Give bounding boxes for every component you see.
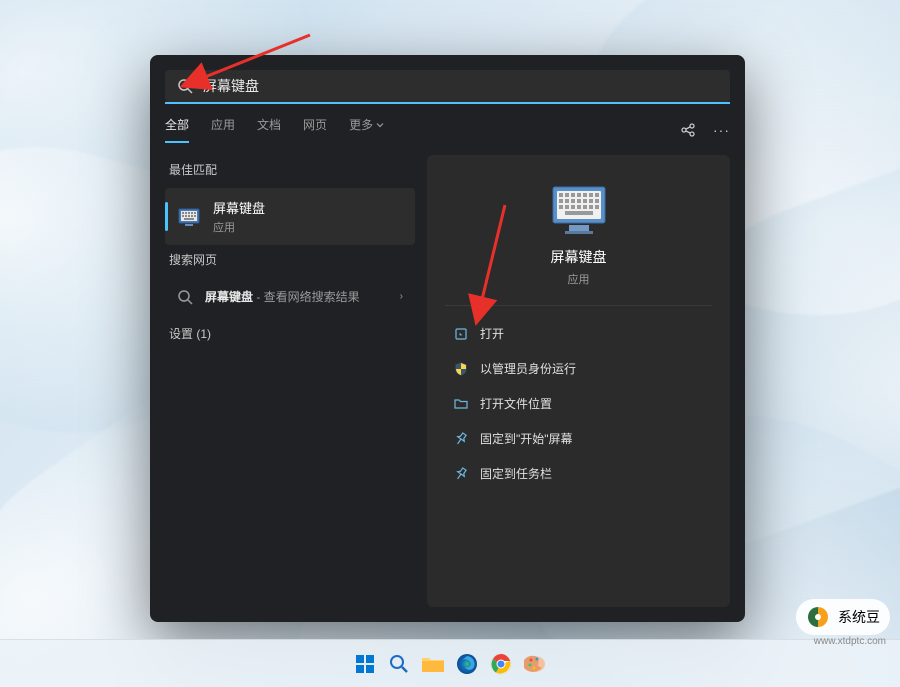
filter-tabs: 全部 应用 文档 网页 更多 [165, 116, 384, 143]
results-left-column: 最佳匹配 屏幕键盘 应用 搜索网页 屏幕键盘 - 查看网络搜索结果 › 设置 (… [165, 155, 415, 607]
onscreen-keyboard-icon [177, 205, 201, 229]
web-search-result[interactable]: 屏幕键盘 - 查看网络搜索结果 › [165, 278, 415, 315]
best-match-label: 最佳匹配 [169, 161, 411, 178]
action-open[interactable]: 打开 [445, 316, 712, 351]
best-match-result[interactable]: 屏幕键盘 应用 [165, 188, 415, 245]
watermark-text: 系统豆 [838, 607, 880, 627]
action-run-as-admin[interactable]: 以管理员身份运行 [445, 351, 712, 386]
result-title: 屏幕键盘 [213, 198, 265, 217]
taskbar [0, 639, 900, 687]
start-button[interactable] [351, 650, 379, 678]
tab-more[interactable]: 更多 [349, 116, 384, 143]
paint-app-button[interactable] [521, 650, 549, 678]
top-actions: ··· [679, 121, 730, 139]
search-icon [177, 289, 193, 305]
action-label: 固定到任务栏 [480, 465, 552, 482]
action-label: 打开文件位置 [480, 395, 552, 412]
chevron-right-icon: › [400, 291, 403, 302]
search-icon [177, 78, 193, 94]
action-pin-to-taskbar[interactable]: 固定到任务栏 [445, 456, 712, 491]
open-icon [453, 326, 468, 341]
onscreen-keyboard-icon-large [547, 183, 611, 235]
chrome-browser-button[interactable] [487, 650, 515, 678]
watermark-url: www.xtdptc.com [814, 636, 886, 647]
settings-label[interactable]: 设置 (1) [169, 325, 411, 342]
divider [445, 305, 712, 306]
preview-subtitle: 应用 [568, 271, 590, 287]
preview-panel: 屏幕键盘 应用 打开 以管理员身份运行 打开文件位置 固定到"开始 [427, 155, 730, 607]
tab-documents[interactable]: 文档 [257, 116, 281, 143]
action-label: 固定到"开始"屏幕 [480, 430, 573, 447]
preview-title: 屏幕键盘 [551, 247, 607, 267]
result-subtitle: 应用 [213, 219, 265, 235]
tab-apps[interactable]: 应用 [211, 116, 235, 143]
results-main: 最佳匹配 屏幕键盘 应用 搜索网页 屏幕键盘 - 查看网络搜索结果 › 设置 (… [150, 143, 745, 622]
edge-browser-button[interactable] [453, 650, 481, 678]
more-options-icon[interactable]: ··· [713, 122, 730, 138]
tab-all[interactable]: 全部 [165, 116, 189, 143]
pin-icon [453, 466, 468, 481]
chevron-down-icon [376, 121, 384, 129]
folder-icon [453, 396, 468, 411]
action-pin-to-start[interactable]: 固定到"开始"屏幕 [445, 421, 712, 456]
tabs-row: 全部 应用 文档 网页 更多 ··· [150, 104, 745, 143]
file-explorer-button[interactable] [419, 650, 447, 678]
action-label: 以管理员身份运行 [480, 360, 576, 377]
shield-icon [453, 361, 468, 376]
action-label: 打开 [480, 325, 504, 342]
search-web-label: 搜索网页 [169, 251, 411, 268]
watermark-logo-icon [806, 605, 830, 629]
web-result-text: 屏幕键盘 - 查看网络搜索结果 [205, 288, 360, 305]
search-bar[interactable] [165, 70, 730, 102]
action-list: 打开 以管理员身份运行 打开文件位置 固定到"开始"屏幕 固定到任务栏 [445, 316, 712, 491]
pin-icon [453, 431, 468, 446]
action-open-file-location[interactable]: 打开文件位置 [445, 386, 712, 421]
search-window: 全部 应用 文档 网页 更多 ··· 最佳匹配 屏幕键盘 应用 搜索网页 [150, 55, 745, 622]
watermark: 系统豆 [796, 599, 890, 635]
taskbar-search-button[interactable] [385, 650, 413, 678]
share-icon[interactable] [679, 121, 697, 139]
search-input[interactable] [203, 78, 718, 94]
tab-web[interactable]: 网页 [303, 116, 327, 143]
